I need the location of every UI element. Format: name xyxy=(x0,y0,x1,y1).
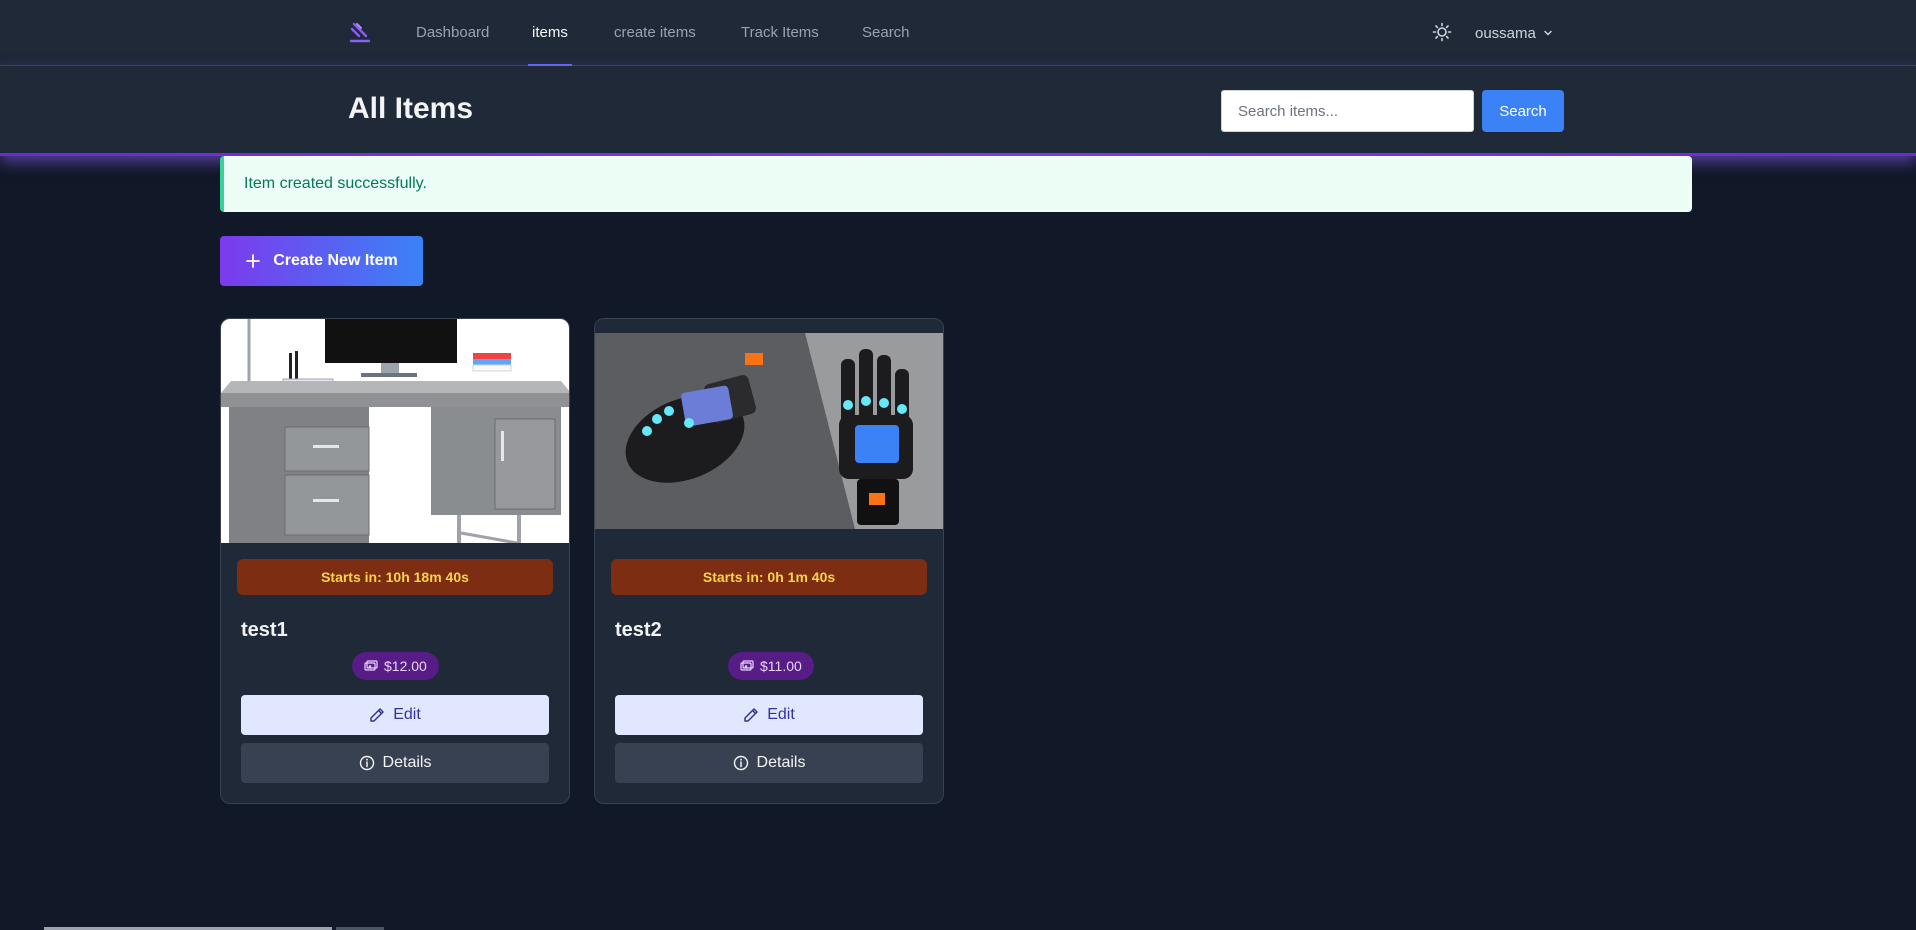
edit-button[interactable]: Edit xyxy=(241,695,549,735)
item-title: test1 xyxy=(241,619,288,641)
item-card: Starts in: 0h 1m 40s test2 $11.00 Edit D… xyxy=(594,318,944,804)
page-header: All Items Search xyxy=(0,66,1916,156)
plus-icon xyxy=(246,254,261,268)
pencil-icon xyxy=(744,708,758,722)
item-image[interactable] xyxy=(595,319,944,543)
create-new-item-button[interactable]: Create New Item xyxy=(220,236,423,286)
details-button-label: Details xyxy=(756,754,806,771)
edit-button[interactable]: Edit xyxy=(615,695,923,735)
top-navbar: Dashboard items create items Track Items… xyxy=(0,0,1916,66)
nav-link-search[interactable]: Search xyxy=(862,0,910,66)
item-title: test2 xyxy=(615,619,662,641)
user-menu[interactable]: oussama xyxy=(1475,0,1554,66)
countdown-badge: Starts in: 10h 18m 40s xyxy=(237,559,553,595)
alert-message: Item created successfully. xyxy=(244,175,427,192)
details-button[interactable]: Details xyxy=(241,743,549,783)
item-card: Starts in: 10h 18m 40s test1 $12.00 Edit… xyxy=(220,318,570,804)
gavel-logo-icon[interactable] xyxy=(348,20,372,44)
create-button-label: Create New Item xyxy=(273,252,398,269)
chevron-down-icon xyxy=(1544,30,1552,36)
price-label: $12.00 xyxy=(384,658,427,674)
sun-icon[interactable] xyxy=(1432,22,1452,42)
success-alert: Item created successfully. xyxy=(220,156,1692,212)
price-badge: $11.00 xyxy=(728,652,814,680)
page-title: All Items xyxy=(348,92,474,125)
money-icon xyxy=(740,660,754,671)
money-icon xyxy=(364,660,378,671)
nav-link-create-items[interactable]: create items xyxy=(614,0,696,66)
nav-link-dashboard[interactable]: Dashboard xyxy=(416,0,489,66)
price-badge: $12.00 xyxy=(352,652,439,680)
search-input[interactable] xyxy=(1221,90,1474,132)
details-button-label: Details xyxy=(382,754,432,771)
edit-button-label: Edit xyxy=(767,706,795,723)
search-button[interactable]: Search xyxy=(1482,90,1564,132)
nav-link-track-items[interactable]: Track Items xyxy=(741,0,819,66)
pencil-icon xyxy=(370,708,384,722)
edit-button-label: Edit xyxy=(393,706,421,723)
info-icon xyxy=(359,755,374,771)
item-image[interactable] xyxy=(221,319,570,543)
details-button[interactable]: Details xyxy=(615,743,923,783)
countdown-badge: Starts in: 0h 1m 40s xyxy=(611,559,927,595)
nav-link-items[interactable]: items xyxy=(528,0,572,66)
price-label: $11.00 xyxy=(760,658,802,674)
user-name: oussama xyxy=(1475,24,1536,42)
info-icon xyxy=(733,755,748,771)
